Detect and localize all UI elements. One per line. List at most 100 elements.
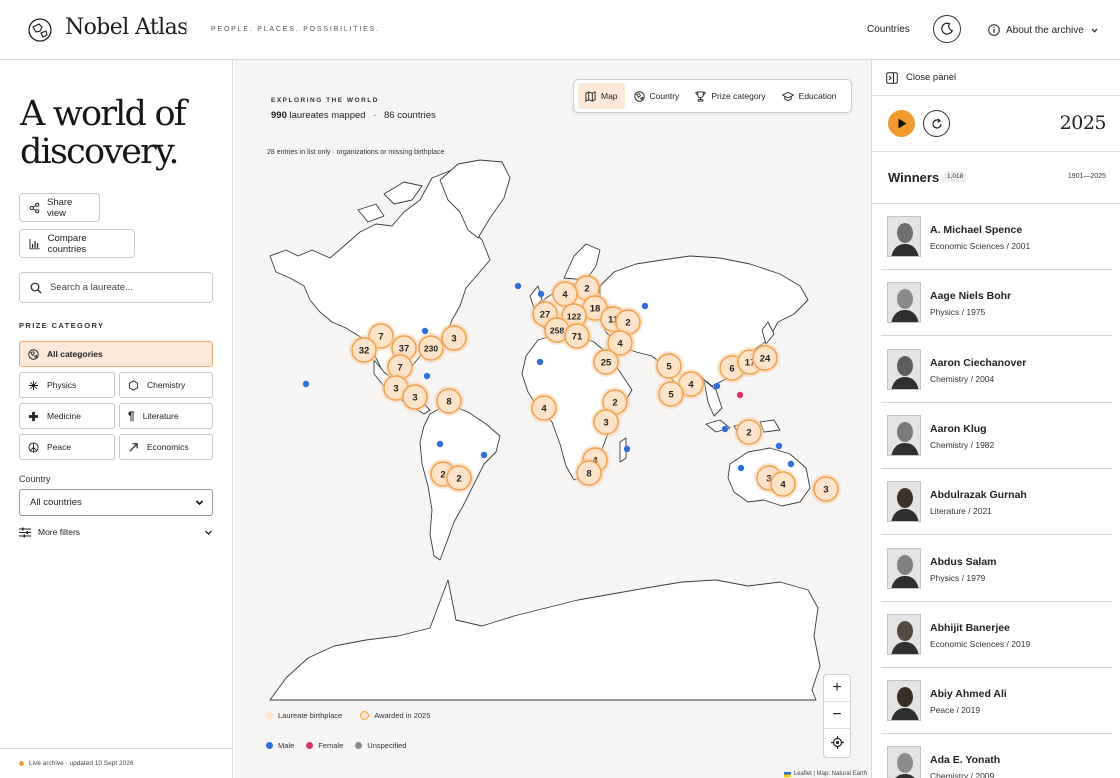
close-panel-button[interactable]: Close panel <box>872 60 1120 96</box>
country-select[interactable]: All countries <box>19 489 213 516</box>
laureate-cluster[interactable]: 2 <box>444 463 474 493</box>
atom-icon <box>28 380 39 390</box>
category-medicine-button[interactable]: Medicine <box>19 403 115 429</box>
laureate-cluster[interactable]: 25 <box>591 347 621 377</box>
zoom-in-button[interactable]: + <box>824 675 850 702</box>
laureate-cluster[interactable]: 3 <box>591 407 621 437</box>
cluster-count: 32 <box>359 346 370 357</box>
winner-category-year: Economic Sciences / 2001 <box>930 241 1031 251</box>
play-button[interactable] <box>888 110 915 137</box>
category-economics-button[interactable]: Economics <box>119 434 213 460</box>
winner-name: Aage Niels Bohr <box>930 290 1012 303</box>
winner-row[interactable]: Abhijit Banerjee Economic Sciences / 2019 <box>881 602 1112 668</box>
tab-prize-category[interactable]: Prize category <box>688 83 772 109</box>
laureate-cluster[interactable]: 8 <box>434 386 464 416</box>
cluster-count: 7 <box>397 363 402 374</box>
female-swatch <box>306 742 314 749</box>
share-view-button[interactable]: Share view <box>19 193 100 222</box>
male-laureate-dot[interactable] <box>787 460 795 468</box>
winner-portrait <box>887 680 921 722</box>
category-literature-button[interactable]: ¶ Literature <box>119 403 213 429</box>
winner-category-year: Physics / 1975 <box>930 307 986 318</box>
laureate-cluster[interactable]: 3 <box>439 323 469 353</box>
about-archive-menu[interactable]: About the archive <box>988 23 1099 37</box>
peace-icon <box>28 441 39 453</box>
male-laureate-dot[interactable] <box>641 302 649 310</box>
female-laureate-dot[interactable] <box>736 391 744 399</box>
brand-name[interactable]: Nobel Atlas <box>65 15 188 40</box>
nav-countries-link[interactable]: Countries <box>867 24 910 35</box>
category-all-button[interactable]: All categories <box>19 341 213 367</box>
male-laureate-dot[interactable] <box>713 382 721 390</box>
winner-name: Abhijit Banerjee <box>930 621 1010 634</box>
winner-portrait <box>887 348 921 390</box>
winner-row[interactable]: Abiy Ahmed Ali Peace / 2019 <box>881 668 1112 735</box>
map-attribution[interactable]: Leaflet | Map: Natural Earth <box>783 771 867 777</box>
prize-category-heading: PRIZE CATEGORY <box>19 321 105 330</box>
legend-awarded-label: Awarded in 2025 <box>374 711 431 720</box>
winner-row[interactable]: Aage Niels Bohr Physics / 1975 <box>881 270 1112 337</box>
male-laureate-dot[interactable] <box>536 358 544 366</box>
world-map[interactable]: 2 4 18 27 122 11 2 258 71 4 25 7 37 230 3 32 7 3 3 8 5 4 5 6 17 2… <box>234 60 871 778</box>
laureate-cluster[interactable]: 24 <box>750 343 780 373</box>
male-laureate-dot[interactable] <box>423 372 431 380</box>
cluster-count: 71 <box>572 332 583 343</box>
male-laureate-dot[interactable] <box>480 451 488 459</box>
winner-row[interactable]: Aaron Klug Chemistry / 1982 <box>881 403 1112 469</box>
winner-row[interactable]: Aaron Ciechanover Chemistry / 2004 <box>881 337 1112 403</box>
category-peace-button[interactable]: Peace <box>19 434 115 460</box>
zoom-out-button[interactable]: − <box>824 702 850 729</box>
male-laureate-dot[interactable] <box>537 290 545 298</box>
laureate-cluster[interactable]: 4 <box>768 469 798 499</box>
male-laureate-dot[interactable] <box>514 282 522 290</box>
live-status-dot <box>19 761 24 766</box>
countries-count: 86 countries <box>384 110 436 121</box>
laureate-search-input[interactable]: Search a laureate... <box>19 272 213 303</box>
winner-row[interactable]: Ada E. Yonath Chemistry / 2009 <box>881 734 1112 778</box>
tab-map[interactable]: Map <box>578 83 625 109</box>
flag-icon <box>783 771 791 777</box>
current-year: 2025 <box>1059 112 1107 134</box>
winner-portrait <box>887 746 921 778</box>
male-laureate-dot[interactable] <box>721 425 729 433</box>
male-laureate-dot[interactable] <box>421 327 429 335</box>
laureate-cluster[interactable]: 4 <box>529 393 559 423</box>
laureate-cluster[interactable]: 71 <box>562 321 592 351</box>
winner-category-year: Chemistry / 1982 <box>930 439 995 450</box>
male-laureate-dot[interactable] <box>737 464 745 472</box>
laureate-cluster[interactable]: 3 <box>400 382 430 412</box>
laureate-cluster[interactable]: 32 <box>349 335 379 365</box>
close-panel-label: Close panel <box>906 72 957 83</box>
laureate-cluster[interactable]: 8 <box>574 458 604 488</box>
reset-button[interactable] <box>923 110 950 137</box>
male-laureate-dot[interactable] <box>302 380 310 388</box>
more-filters-toggle[interactable]: More filters <box>19 525 213 539</box>
tab-education[interactable]: Education <box>775 83 844 109</box>
trophy-icon <box>695 90 706 102</box>
panel-collapse-icon <box>886 71 898 84</box>
portrait-image <box>888 614 920 654</box>
cluster-count: 2 <box>456 474 461 485</box>
male-laureate-dot[interactable] <box>436 440 444 448</box>
winner-row[interactable]: Abdulrazak Gurnah Literature / 2021 <box>881 469 1112 536</box>
tab-country[interactable]: Country <box>627 83 687 109</box>
birthplace-swatch <box>266 712 273 719</box>
category-physics-button[interactable]: Physics <box>19 372 115 398</box>
globe-logo-icon[interactable] <box>28 18 52 42</box>
winner-portrait <box>887 547 921 589</box>
laureate-cluster[interactable]: 5 <box>656 379 686 409</box>
portrait-image <box>888 217 920 256</box>
laureate-cluster[interactable]: 2 <box>734 417 764 447</box>
tagline: PEOPLE. PLACES. POSSIBILITIES. <box>211 26 380 33</box>
world-map-canvas[interactable]: 241827 122 11 225871425737 230332733 8545617 2… <box>234 60 871 778</box>
locate-button[interactable] <box>824 729 850 756</box>
laureate-cluster[interactable]: 3 <box>811 474 841 504</box>
compare-countries-button[interactable]: Compare countries <box>19 229 135 258</box>
male-laureate-dot[interactable] <box>623 445 631 453</box>
country-field-label: Country <box>19 474 51 484</box>
winner-row[interactable]: A. Michael Spence Economic Sciences / 200… <box>881 204 1112 270</box>
category-chemistry-button[interactable]: Chemistry <box>119 372 213 398</box>
male-laureate-dot[interactable] <box>775 442 783 450</box>
theme-toggle-button[interactable] <box>933 15 961 43</box>
winner-row[interactable]: Abdus Salam Physics / 1979 <box>881 536 1112 602</box>
